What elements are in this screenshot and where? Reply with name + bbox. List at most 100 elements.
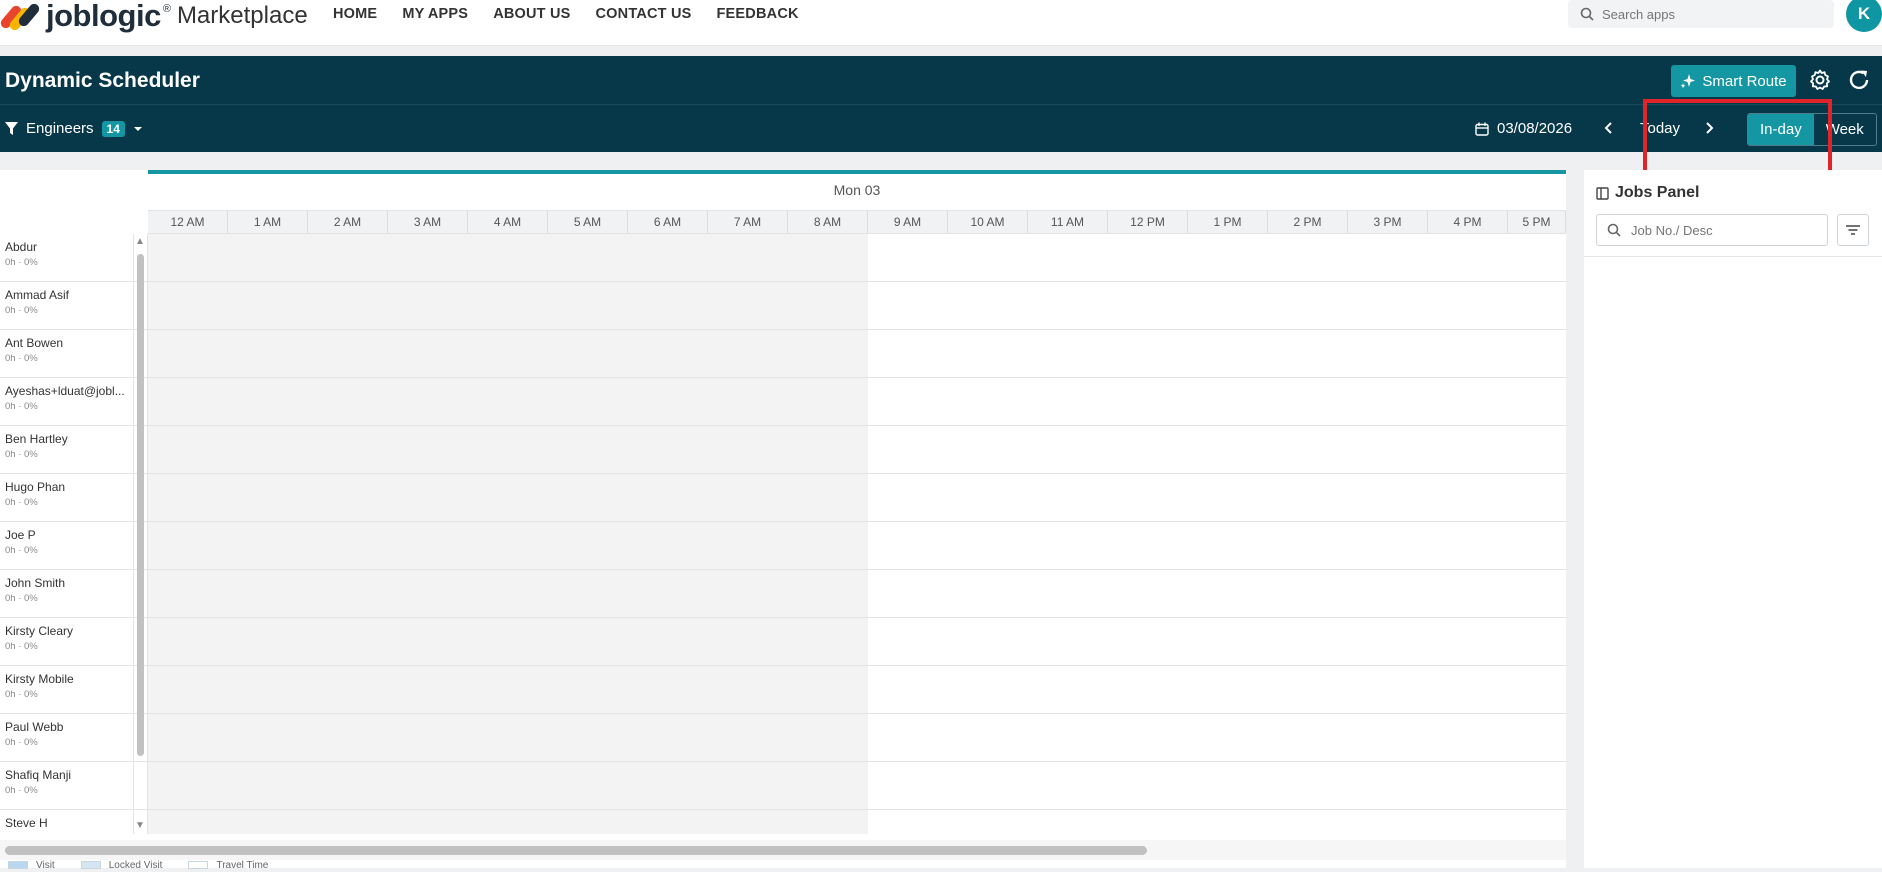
off-hours-zone[interactable]: [148, 618, 868, 665]
table-row: Shafiq Manji 0h · 0%: [0, 762, 1566, 810]
nav-contact-us[interactable]: CONTACT US: [596, 6, 692, 22]
off-hours-zone[interactable]: [148, 426, 868, 473]
working-hours-zone[interactable]: [868, 282, 1566, 329]
hour-label: 3 PM: [1348, 211, 1428, 233]
engineer-stat: 0h · 0%: [5, 305, 38, 316]
engineer-lane[interactable]: [148, 714, 1566, 761]
engineer-cell[interactable]: Kirsty Mobile 0h · 0%: [0, 666, 134, 713]
engineer-cell[interactable]: Hugo Phan 0h · 0%: [0, 474, 134, 521]
working-hours-zone[interactable]: [868, 426, 1566, 473]
engineer-cell[interactable]: John Smith 0h · 0%: [0, 570, 134, 617]
vertical-scrollbar[interactable]: [137, 254, 144, 756]
engineer-cell[interactable]: Kirsty Cleary 0h · 0%: [0, 618, 134, 665]
hour-label: 1 PM: [1188, 211, 1268, 233]
engineers-filter[interactable]: Engineers 14: [5, 120, 143, 137]
engineer-cell[interactable]: Ben Hartley 0h · 0%: [0, 426, 134, 473]
off-hours-zone[interactable]: [148, 522, 868, 569]
legend-item: Locked Visit: [80, 858, 162, 872]
refresh-icon[interactable]: [1847, 68, 1871, 92]
engineer-cell[interactable]: Abdur 0h · 0%: [0, 234, 134, 281]
off-hours-zone[interactable]: [148, 234, 868, 281]
engineer-name: Steve H: [5, 816, 48, 830]
working-hours-zone[interactable]: [868, 522, 1566, 569]
hour-label: 3 AM: [388, 211, 468, 233]
working-hours-zone[interactable]: [868, 330, 1566, 377]
horizontal-scroll-thumb[interactable]: [5, 846, 1147, 855]
engineer-lane[interactable]: [148, 378, 1566, 425]
off-hours-zone[interactable]: [148, 474, 868, 521]
off-hours-zone[interactable]: [148, 378, 868, 425]
table-row: Kirsty Mobile 0h · 0%: [0, 666, 1566, 714]
date-value: 03/08/2026: [1497, 120, 1573, 137]
timeline-accent: [148, 170, 1566, 174]
avatar[interactable]: K: [1846, 0, 1882, 32]
engineer-cell[interactable]: Shafiq Manji 0h · 0%: [0, 762, 134, 809]
engineer-name: Ayeshas+lduat@jobl...: [5, 384, 125, 398]
nav-my-apps[interactable]: MY APPS: [402, 6, 468, 22]
engineer-lane[interactable]: [148, 666, 1566, 713]
engineer-cell[interactable]: Ant Bowen 0h · 0%: [0, 330, 134, 377]
legend-item: Visit: [8, 858, 55, 872]
engineer-lane[interactable]: [148, 426, 1566, 473]
engineer-lane[interactable]: [148, 522, 1566, 569]
off-hours-zone[interactable]: [148, 330, 868, 377]
header-divider: [0, 104, 1882, 105]
nav-home[interactable]: HOME: [333, 6, 377, 22]
engineer-name: Hugo Phan: [5, 480, 66, 494]
off-hours-zone[interactable]: [148, 282, 868, 329]
hour-label: 5 AM: [548, 211, 628, 233]
working-hours-zone[interactable]: [868, 474, 1566, 521]
scroll-up-icon[interactable]: ▲: [135, 236, 145, 247]
engineer-name: Paul Webb: [5, 720, 64, 734]
smart-route-button[interactable]: Smart Route: [1671, 65, 1796, 97]
gear-icon[interactable]: [1808, 68, 1832, 92]
engineer-lane[interactable]: [148, 762, 1566, 809]
working-hours-zone[interactable]: [868, 570, 1566, 617]
off-hours-zone[interactable]: [148, 810, 868, 834]
working-hours-zone[interactable]: [868, 234, 1566, 281]
working-hours-zone[interactable]: [868, 378, 1566, 425]
job-search-input[interactable]: [1631, 222, 1821, 238]
working-hours-zone[interactable]: [868, 618, 1566, 665]
engineer-lane[interactable]: [148, 282, 1566, 329]
engineer-cell[interactable]: Joe P 0h · 0%: [0, 522, 134, 569]
engineer-lane[interactable]: [148, 330, 1566, 377]
engineer-stat: 0h · 0%: [5, 401, 38, 412]
chevron-left-icon[interactable]: [1603, 118, 1615, 138]
legend-label: Travel Time: [216, 859, 269, 871]
off-hours-zone[interactable]: [148, 570, 868, 617]
working-hours-zone[interactable]: [868, 714, 1566, 761]
sparkle-icon: [1680, 74, 1696, 89]
engineer-stat: 0h · 0%: [5, 545, 38, 556]
table-row: Ammad Asif 0h · 0%: [0, 282, 1566, 330]
search-apps-input[interactable]: [1602, 6, 1822, 22]
engineer-stat: 0h · 0%: [5, 593, 38, 604]
engineer-cell[interactable]: Ayeshas+lduat@jobl... 0h · 0%: [0, 378, 134, 425]
engineer-cell[interactable]: Ammad Asif 0h · 0%: [0, 282, 134, 329]
engineer-cell[interactable]: Steve H: [0, 810, 134, 834]
engineer-lane[interactable]: [148, 474, 1566, 521]
search-icon: [1607, 223, 1621, 237]
engineer-lane[interactable]: [148, 234, 1566, 281]
date-picker[interactable]: 03/08/2026: [1475, 120, 1572, 137]
jobs-filter-button[interactable]: [1837, 214, 1869, 246]
engineer-lane[interactable]: [148, 618, 1566, 665]
horizontal-scrollbar[interactable]: [0, 840, 1566, 860]
logo[interactable]: joblogic ® Marketplace: [0, 0, 308, 33]
working-hours-zone[interactable]: [868, 666, 1566, 713]
off-hours-zone[interactable]: [148, 762, 868, 809]
engineer-lane[interactable]: [148, 570, 1566, 617]
nav-about-us[interactable]: ABOUT US: [493, 6, 570, 22]
scroll-down-icon[interactable]: ▼: [135, 820, 145, 831]
engineer-cell[interactable]: Paul Webb 0h · 0%: [0, 714, 134, 761]
hour-label: 8 AM: [788, 211, 868, 233]
page-title: Dynamic Scheduler: [5, 69, 200, 92]
engineer-lane[interactable]: [148, 810, 1566, 834]
hour-label: 12 PM: [1108, 211, 1188, 233]
working-hours-zone[interactable]: [868, 810, 1566, 834]
nav-feedback[interactable]: FEEDBACK: [717, 6, 799, 22]
off-hours-zone[interactable]: [148, 666, 868, 713]
hour-label: 5 PM: [1508, 211, 1566, 233]
working-hours-zone[interactable]: [868, 762, 1566, 809]
off-hours-zone[interactable]: [148, 714, 868, 761]
